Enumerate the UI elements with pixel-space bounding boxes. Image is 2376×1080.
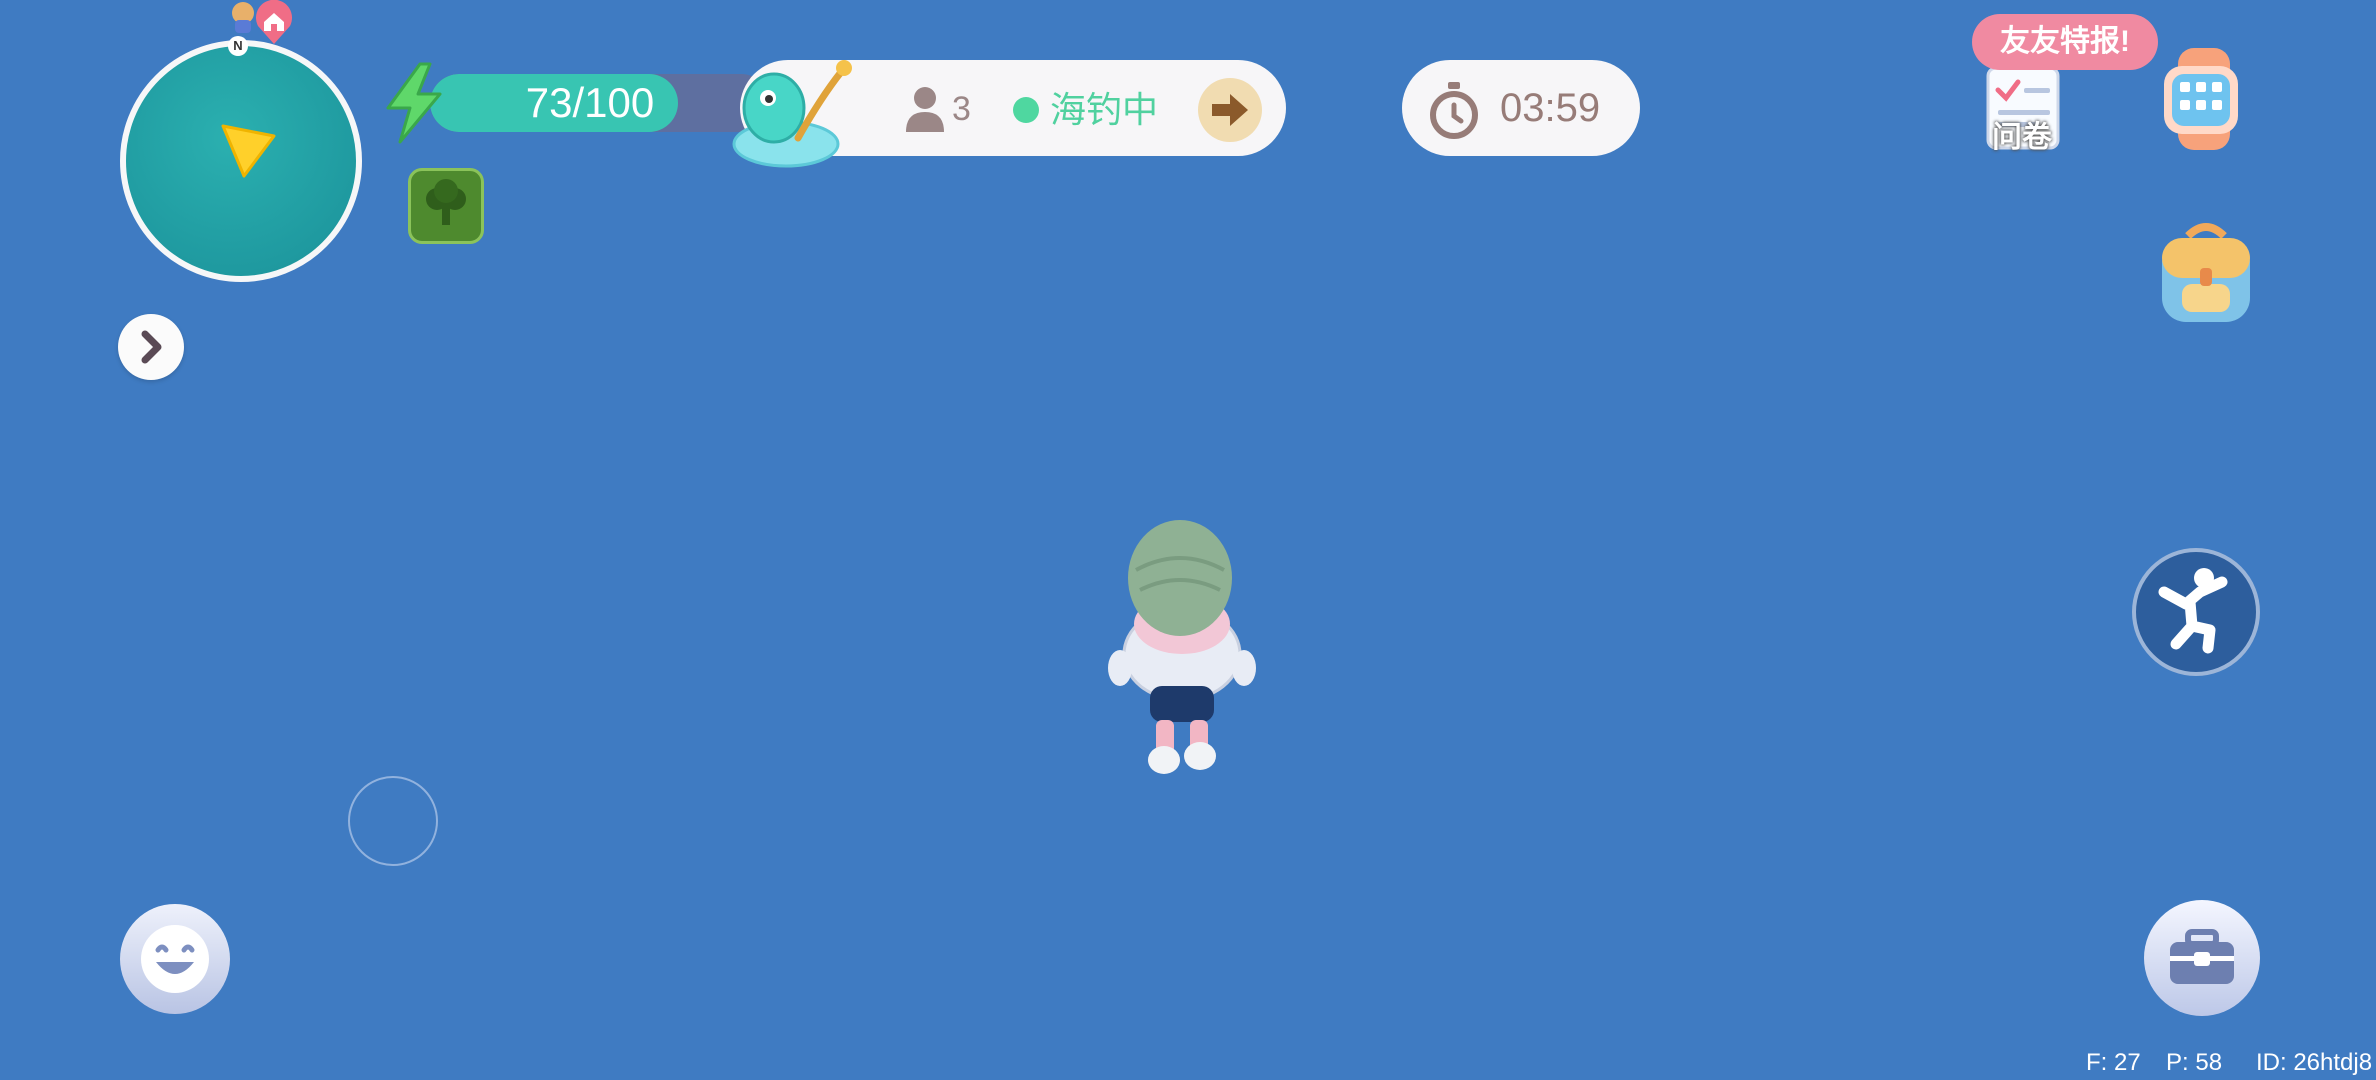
person-icon bbox=[906, 87, 944, 132]
pose-button[interactable] bbox=[2132, 548, 2260, 676]
stopwatch-icon bbox=[1430, 82, 1478, 139]
home-pin-icon[interactable] bbox=[252, 0, 296, 46]
debug-id: ID: 26htdj8 bbox=[2256, 1049, 2373, 1076]
emote-button[interactable] bbox=[120, 904, 230, 1014]
toolbox-button[interactable] bbox=[2144, 900, 2260, 1016]
compass-north-label: N bbox=[228, 36, 248, 56]
player-count: 3 bbox=[952, 90, 971, 128]
player-arrow-icon bbox=[221, 124, 276, 178]
arrow-right-icon bbox=[1212, 94, 1248, 126]
fish-rod-icon bbox=[732, 60, 852, 168]
debug-ping: P: 58 bbox=[2166, 1049, 2223, 1076]
player-character bbox=[1108, 520, 1256, 774]
activity-status-text: 海钓中 bbox=[1050, 89, 1159, 130]
minimap[interactable] bbox=[120, 40, 362, 282]
debug-fps: F: 27 bbox=[2086, 1049, 2141, 1076]
activity-go-button[interactable] bbox=[1198, 78, 1262, 142]
timer-value: 03:59 bbox=[1500, 86, 1601, 130]
lightning-icon bbox=[386, 62, 442, 144]
survey-label[interactable]: 问卷 bbox=[1972, 112, 2072, 156]
broccoli-icon bbox=[426, 179, 466, 225]
friend-news-bubble[interactable]: 友友特报! bbox=[1972, 14, 2158, 70]
expand-menu-button[interactable] bbox=[118, 314, 184, 380]
backpack-icon[interactable] bbox=[2154, 218, 2258, 328]
status-dot bbox=[1013, 97, 1039, 123]
pose-icon bbox=[2158, 568, 2228, 654]
movement-joystick[interactable] bbox=[348, 776, 438, 866]
smartwatch-icon[interactable] bbox=[2156, 44, 2252, 154]
smile-icon bbox=[141, 925, 209, 993]
toolbox-icon bbox=[2170, 929, 2234, 984]
energy-value: 73/100 bbox=[525, 79, 655, 126]
chevron-right-icon bbox=[141, 330, 162, 364]
buff-slot[interactable] bbox=[408, 168, 484, 244]
